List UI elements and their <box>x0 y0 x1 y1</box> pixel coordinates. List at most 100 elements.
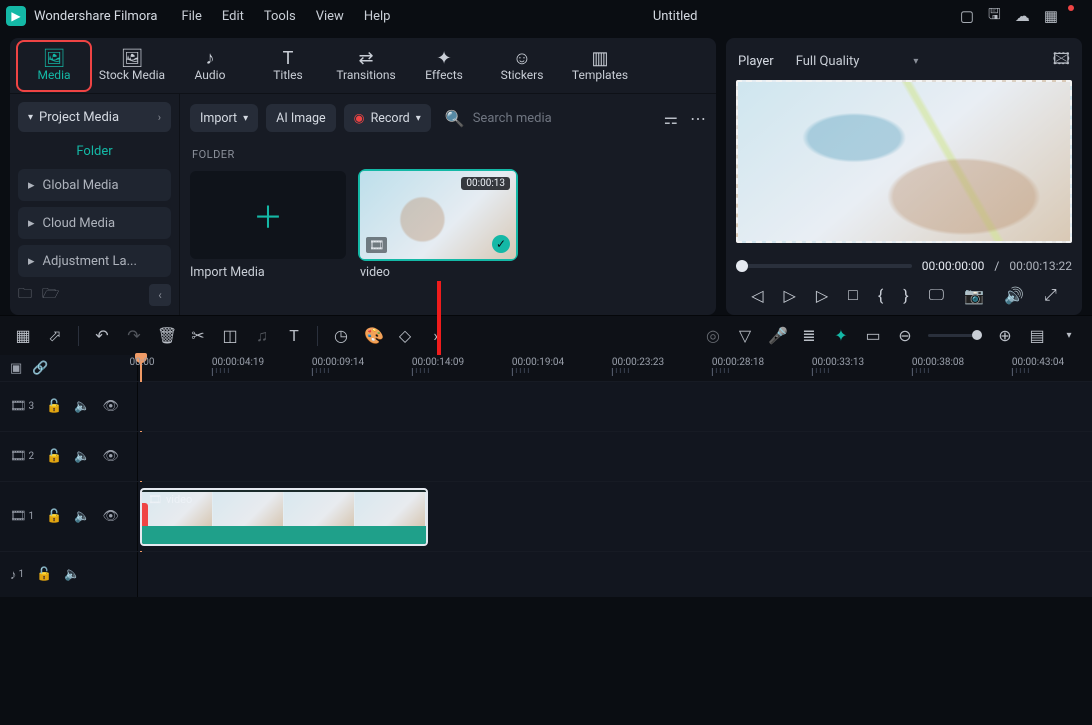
text-tool-icon[interactable]: T <box>285 326 303 345</box>
track-lane[interactable] <box>138 382 1092 431</box>
mark-in-icon[interactable]: { <box>878 286 883 305</box>
visibility-icon[interactable]: 👁 <box>103 399 120 414</box>
templates-icon: ▥ <box>591 50 608 68</box>
delete-icon[interactable]: 🗑 <box>157 326 175 345</box>
save-icon[interactable]: 🖫 <box>988 4 1001 29</box>
import-button[interactable]: Import▾ <box>190 104 258 132</box>
play-backward-icon[interactable]: ▷ <box>784 286 796 305</box>
menu-edit[interactable]: Edit <box>222 9 244 24</box>
track-lane[interactable] <box>138 552 1092 597</box>
marker-icon[interactable]: ▽ <box>736 326 754 345</box>
import-media-card[interactable]: ＋ Import Media <box>190 171 346 280</box>
collapse-sidebar-button[interactable]: ‹ <box>149 284 171 306</box>
zoom-in-icon[interactable]: ⊕ <box>996 326 1014 345</box>
new-folder-icon[interactable]: 🗀 <box>18 283 32 307</box>
pointer-icon[interactable]: ⬀ <box>46 326 64 345</box>
clip-name: video <box>166 493 192 506</box>
volume-icon[interactable]: 🔊 <box>1004 286 1024 305</box>
menu-help[interactable]: Help <box>364 9 391 24</box>
sidebar-item-cloud-media[interactable]: ▸Cloud Media <box>18 207 171 239</box>
menu-tools[interactable]: Tools <box>264 9 296 24</box>
scrubber-knob[interactable] <box>736 260 748 272</box>
filter-icon[interactable]: ⚎ <box>664 109 678 128</box>
music-icon[interactable]: ♫ <box>253 326 271 346</box>
ai-image-button[interactable]: AI Image <box>266 104 335 132</box>
project-media-header[interactable]: ▾Project Media› <box>18 102 171 132</box>
mute-icon[interactable]: 🔈 <box>74 509 90 524</box>
tab-transitions[interactable]: ⇄Transitions <box>330 42 402 90</box>
tab-templates[interactable]: ▥Templates <box>564 42 636 90</box>
mixer-icon[interactable]: ≣ <box>800 326 818 345</box>
prev-frame-icon[interactable]: ◁ <box>751 286 763 305</box>
display-icon[interactable]: 🖵 <box>929 285 944 305</box>
sidebar-item-adjustment-layer[interactable]: ▸Adjustment La... <box>18 245 171 277</box>
mute-icon[interactable]: 🔈 <box>74 449 90 464</box>
redo-icon[interactable]: ↷ <box>125 326 143 345</box>
lock-icon[interactable]: 🔓 <box>46 509 62 524</box>
tab-effects[interactable]: ✦Effects <box>408 42 480 90</box>
current-timecode: 00:00:00:00 <box>922 259 985 273</box>
lock-icon[interactable]: 🔓 <box>36 567 52 582</box>
split-icon[interactable]: ✂ <box>189 326 207 345</box>
sidebar-item-label: Adjustment La... <box>43 254 137 269</box>
mute-icon[interactable]: 🔈 <box>74 399 90 414</box>
tab-audio[interactable]: ♪Audio <box>174 42 246 90</box>
new-bin-icon[interactable]: 🗁 <box>42 283 59 307</box>
menu-file[interactable]: File <box>181 9 201 24</box>
playback-scrubber[interactable] <box>736 264 912 268</box>
apps-icon[interactable]: ▦ <box>1044 7 1058 25</box>
menu-view[interactable]: View <box>316 9 344 24</box>
more-tools-icon[interactable]: » <box>428 326 446 345</box>
tab-media[interactable]: 🖼Media <box>18 42 90 90</box>
record-button[interactable]: ◉Record▾ <box>344 104 431 132</box>
track-height-icon[interactable]: ▤ <box>1028 326 1046 345</box>
zoom-out-icon[interactable]: ⊖ <box>896 326 914 345</box>
render-icon[interactable]: ▭ <box>864 326 882 345</box>
play-icon[interactable]: ▷ <box>816 286 828 305</box>
apps-grid-icon[interactable]: ▦ <box>14 326 32 345</box>
player-quality-select[interactable]: Full Quality <box>796 54 860 69</box>
time-ruler[interactable]: 00:00 00:00:04:19 00:00:09:14 00:00:14:0… <box>138 355 1092 381</box>
folder-section-label: Folder <box>18 138 171 169</box>
keyframe-icon[interactable]: ◇ <box>396 326 414 345</box>
compare-view-icon[interactable]: 🖾 <box>1053 48 1070 75</box>
sidebar-item-global-media[interactable]: ▸Global Media <box>18 169 171 201</box>
search-input[interactable] <box>473 111 650 126</box>
speed-icon[interactable]: ◷ <box>332 326 350 345</box>
player-preview[interactable] <box>736 80 1072 243</box>
timeline-clip[interactable]: 🎞video <box>140 488 428 546</box>
track-lane[interactable]: 🎞video <box>138 482 1092 551</box>
zoom-slider[interactable] <box>928 334 982 337</box>
tab-effects-label: Effects <box>425 68 463 82</box>
layout-icon[interactable]: ▢ <box>960 7 974 25</box>
audio-track-icon: ♪1 <box>10 567 24 583</box>
crop-icon[interactable]: ◫ <box>221 326 239 345</box>
timeline: ▣ 🔗 00:00 00:00:04:19 00:00:09:14 00:00:… <box>0 355 1092 597</box>
auto-ripple-icon[interactable]: ✦ <box>832 326 850 345</box>
visibility-icon[interactable]: 👁 <box>103 449 120 464</box>
track-lane[interactable] <box>138 432 1092 481</box>
video-media-card[interactable]: 00:00:13 🎞 ✓ video <box>360 171 516 280</box>
visibility-icon[interactable]: 👁 <box>103 509 120 524</box>
lock-icon[interactable]: 🔓 <box>46 449 62 464</box>
fullscreen-icon[interactable]: ⤢ <box>1044 285 1057 305</box>
timeline-settings-icon[interactable]: ▣ <box>10 361 22 376</box>
cloud-upload-icon[interactable]: ☁ <box>1015 7 1030 25</box>
target-icon[interactable]: ◎ <box>704 326 722 345</box>
track-options-icon[interactable]: ▾ <box>1060 330 1078 341</box>
mute-icon[interactable]: 🔈 <box>64 567 80 582</box>
timeline-toolbar: ▦ ⬀ ↶ ↷ 🗑 ✂ ◫ ♫ T ◷ 🎨 ◇ » ◎ ▽ 🎤 ≣ ✦ ▭ ⊖ … <box>0 315 1092 355</box>
undo-icon[interactable]: ↶ <box>93 326 111 345</box>
lock-icon[interactable]: 🔓 <box>46 399 62 414</box>
import-button-label: Import <box>200 111 237 126</box>
tab-titles[interactable]: TTitles <box>252 42 324 90</box>
more-icon[interactable]: ⋯ <box>690 109 706 128</box>
stop-icon[interactable]: □ <box>848 285 858 305</box>
color-icon[interactable]: 🎨 <box>364 326 382 345</box>
mark-out-icon[interactable]: } <box>903 286 908 305</box>
tab-stock-media[interactable]: 🖼Stock Media <box>96 42 168 90</box>
tab-stickers[interactable]: ☺Stickers <box>486 42 558 90</box>
mic-icon[interactable]: 🎤 <box>768 326 786 345</box>
snapshot-icon[interactable]: 📷 <box>964 286 984 305</box>
link-icon[interactable]: 🔗 <box>32 361 48 376</box>
